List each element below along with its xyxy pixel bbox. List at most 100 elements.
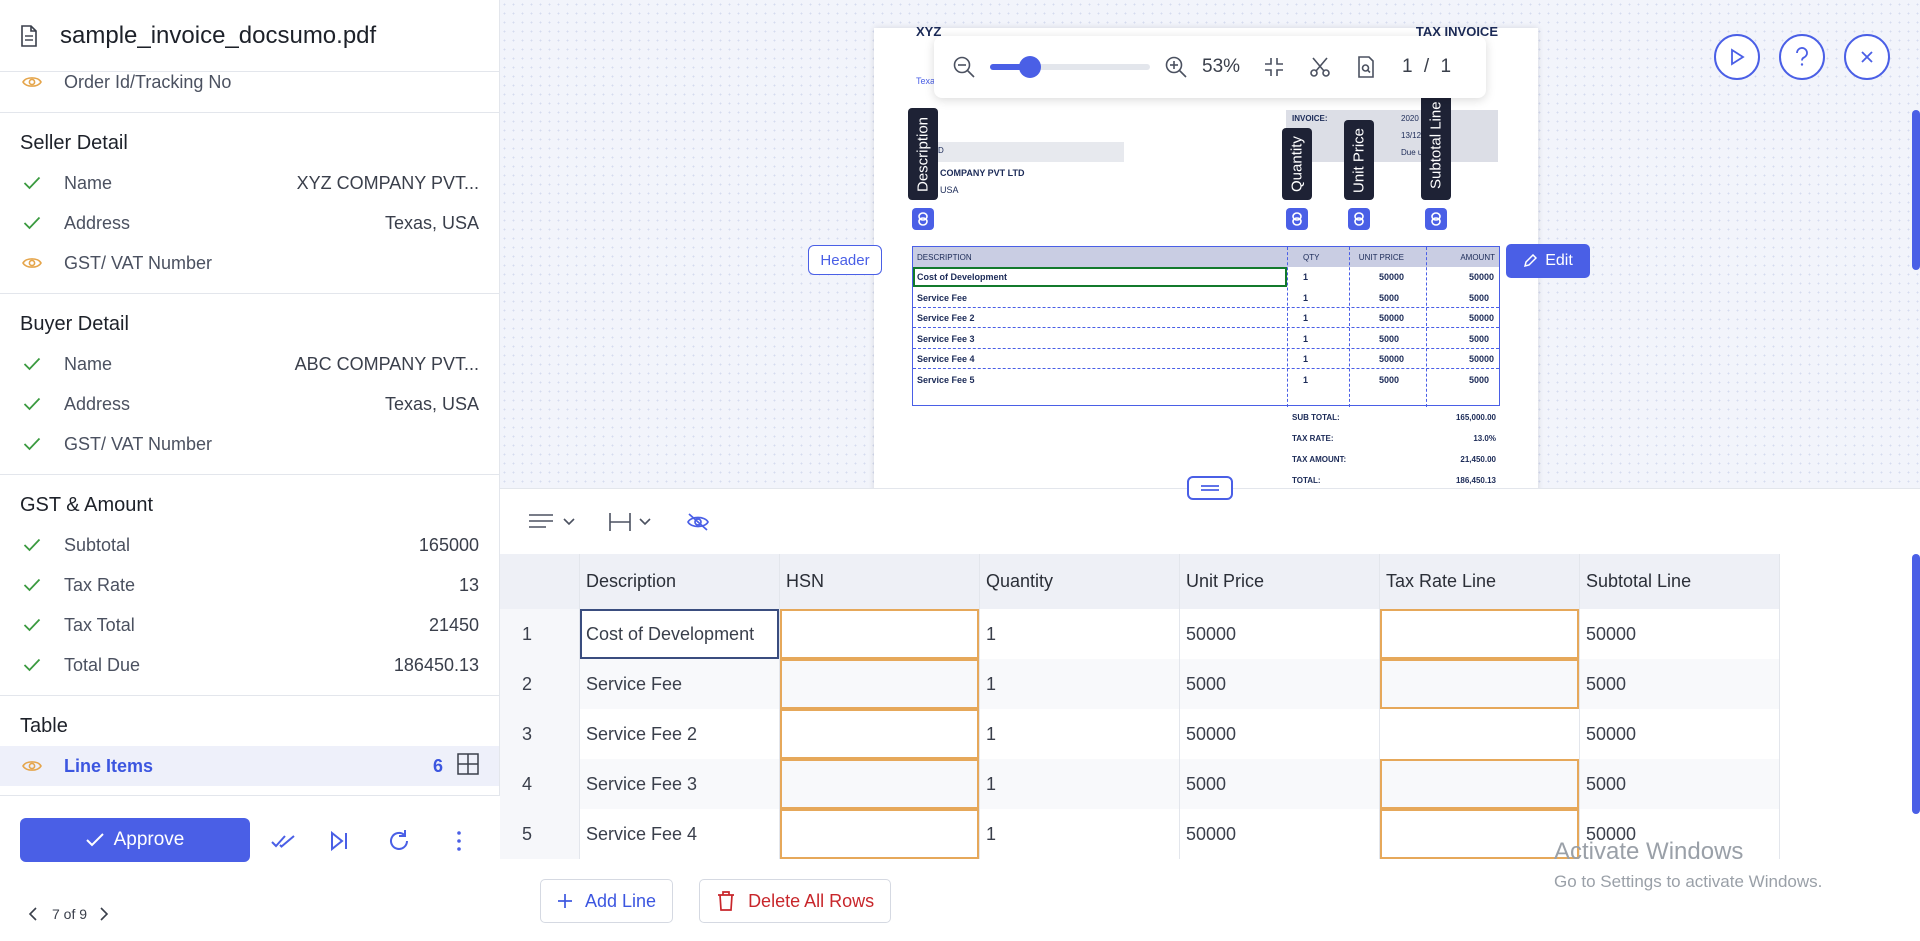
grid-cell[interactable] <box>1380 609 1580 659</box>
field-row[interactable]: Name XYZ COMPANY PVT... <box>0 163 499 203</box>
doc-table-row[interactable]: Service Fee 5 1 5000 5000 <box>913 370 1499 390</box>
doc-table-row[interactable]: Service Fee 2 1 50000 50000 <box>913 308 1499 328</box>
chevron-right-icon[interactable] <box>99 907 109 921</box>
help-button[interactable] <box>1779 34 1825 80</box>
grid-scrollbar[interactable] <box>1912 554 1920 814</box>
field-order-id[interactable]: Order Id/Tracking No <box>0 62 499 102</box>
grid-cell[interactable]: Service Fee 2 <box>580 709 780 759</box>
grid-cell[interactable]: Cost of Development <box>580 609 780 659</box>
grid-cell[interactable] <box>1380 759 1580 809</box>
grid-cell[interactable]: Service Fee 3 <box>580 759 780 809</box>
doc-table-row[interactable]: Service Fee 4 1 50000 50000 <box>913 349 1499 369</box>
column-divider[interactable] <box>1287 247 1288 407</box>
delete-all-rows-button[interactable]: Delete All Rows <box>699 879 892 923</box>
grid-cell[interactable] <box>780 809 980 859</box>
grid-cell[interactable]: Service Fee 4 <box>580 809 780 859</box>
column-tag-unit-price[interactable]: Unit Price <box>1344 120 1374 200</box>
grid-cell[interactable]: 1 <box>980 759 1180 809</box>
zoom-slider[interactable] <box>990 56 1150 78</box>
column-width-icon[interactable] <box>608 511 632 533</box>
approve-button[interactable]: Approve <box>20 818 250 862</box>
grid-row[interactable]: 3 Service Fee 2 1 50000 50000 <box>500 709 1780 759</box>
play-button[interactable] <box>1714 34 1760 80</box>
grid-column-header[interactable]: Quantity <box>980 554 1180 609</box>
doc-table-row[interactable]: Service Fee 1 5000 5000 <box>913 288 1499 308</box>
grid-column-header[interactable]: Unit Price <box>1180 554 1380 609</box>
document-search-icon[interactable] <box>1354 55 1378 79</box>
field-row[interactable]: GST/ VAT Number <box>0 424 499 464</box>
scissors-icon[interactable] <box>1308 55 1332 79</box>
grid-cell[interactable] <box>780 709 980 759</box>
chevron-left-icon[interactable] <box>28 907 38 921</box>
align-icon[interactable] <box>528 512 556 532</box>
field-row[interactable]: Tax Total 21450 <box>0 605 499 645</box>
grid-cell[interactable]: 1 <box>980 809 1180 859</box>
grid-cell[interactable]: 1 <box>980 659 1180 709</box>
grid-cell[interactable]: 5000 <box>1180 659 1380 709</box>
grid-cell[interactable]: 50000 <box>1180 709 1380 759</box>
grid-cell[interactable] <box>1380 709 1580 759</box>
grid-column-header[interactable]: HSN <box>780 554 980 609</box>
chevron-down-icon[interactable] <box>562 517 576 527</box>
edit-table-button[interactable]: Edit <box>1506 244 1590 278</box>
add-line-button[interactable]: Add Line <box>540 879 674 923</box>
refresh-icon[interactable] <box>386 828 412 854</box>
zoom-in-icon[interactable] <box>1164 55 1188 79</box>
doc-table-row[interactable]: Service Fee 3 1 5000 5000 <box>913 329 1499 349</box>
column-divider[interactable] <box>1349 247 1350 407</box>
header-tag[interactable]: Header <box>808 245 882 275</box>
field-row[interactable]: Tax Rate 13 <box>0 565 499 605</box>
field-row[interactable]: Address Texas, USA <box>0 203 499 243</box>
grid-cell[interactable]: 1 <box>980 609 1180 659</box>
column-tag-subtotal-line[interactable]: Subtotal Line <box>1421 90 1451 200</box>
grid-cell[interactable]: 1 <box>980 709 1180 759</box>
zoom-slider-thumb[interactable] <box>1019 56 1041 78</box>
column-tag-quantity[interactable]: Quantity <box>1282 128 1312 200</box>
field-row[interactable]: Name ABC COMPANY PVT... <box>0 344 499 384</box>
panel-resize-handle[interactable] <box>1187 476 1233 500</box>
field-row[interactable]: Subtotal 165000 <box>0 525 499 565</box>
grid-cell[interactable] <box>780 759 980 809</box>
grid-row[interactable]: 1 Cost of Development 1 50000 50000 <box>500 609 1780 659</box>
viewer-scrollbar[interactable] <box>1912 110 1920 270</box>
double-check-icon[interactable] <box>270 828 296 854</box>
grid-cell[interactable]: 50000 <box>1180 809 1380 859</box>
doc-line-items-table[interactable]: DESCRIPTION QTY UNIT PRICE AMOUNT Cost of D… <box>912 246 1500 407</box>
grid-cell[interactable] <box>780 659 980 709</box>
column-tag-description[interactable]: Description <box>908 108 938 200</box>
grid-cell[interactable] <box>780 609 980 659</box>
grid-cell[interactable]: 5000 <box>1180 759 1380 809</box>
grid-cell[interactable]: Service Fee <box>580 659 780 709</box>
grid-cell[interactable] <box>1380 659 1580 709</box>
grid-row[interactable]: 2 Service Fee 1 5000 5000 <box>500 659 1780 709</box>
skip-next-icon[interactable] <box>326 828 352 854</box>
close-button[interactable] <box>1844 34 1890 80</box>
grid-column-header[interactable]: Description <box>580 554 780 609</box>
field-row[interactable]: Address Texas, USA <box>0 384 499 424</box>
document-viewer[interactable]: XYZ TAX INVOICE Texa INVOICE: 2020 13/12… <box>500 0 1920 489</box>
eye-off-icon[interactable] <box>686 512 710 532</box>
link-icon[interactable] <box>1425 208 1447 230</box>
field-row[interactable]: Total Due 186450.13 <box>0 645 499 685</box>
table-grid-icon[interactable] <box>457 752 479 780</box>
grid-column-header[interactable]: Tax Rate Line <box>1380 554 1580 609</box>
grid-cell[interactable]: 50000 <box>1580 709 1780 759</box>
chevron-down-icon[interactable] <box>638 517 652 527</box>
grid-cell[interactable]: 50000 <box>1580 609 1780 659</box>
grid-row[interactable]: 4 Service Fee 3 1 5000 5000 <box>500 759 1780 809</box>
grid-cell[interactable]: 5000 <box>1580 759 1780 809</box>
link-icon[interactable] <box>1286 208 1308 230</box>
doc-table-row[interactable]: Cost of Development 1 50000 50000 <box>913 267 1494 287</box>
zoom-out-icon[interactable] <box>952 55 976 79</box>
grid-column-header[interactable]: Subtotal Line <box>1580 554 1780 609</box>
field-row[interactable]: GST/ VAT Number <box>0 243 499 283</box>
link-icon[interactable] <box>912 208 934 230</box>
more-vertical-icon[interactable] <box>446 828 472 854</box>
field-line-items[interactable]: Line Items 6 <box>0 746 499 786</box>
grid-cell[interactable] <box>1380 809 1580 859</box>
column-divider[interactable] <box>1426 247 1427 407</box>
collapse-icon[interactable] <box>1262 55 1286 79</box>
grid-cell[interactable]: 50000 <box>1180 609 1380 659</box>
link-icon[interactable] <box>1348 208 1370 230</box>
grid-cell[interactable]: 5000 <box>1580 659 1780 709</box>
